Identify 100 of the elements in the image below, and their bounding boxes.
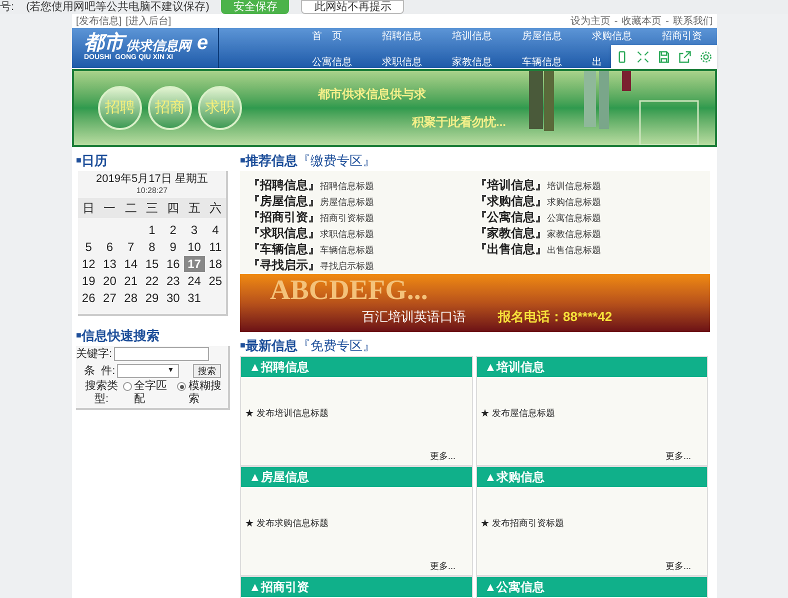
calendar-day[interactable]: 19 xyxy=(78,273,100,289)
calendar-day[interactable]: 28 xyxy=(120,290,142,306)
recommended-link[interactable]: 寻找启示标题 xyxy=(320,260,374,274)
recommended-link[interactable]: 出售信息标题 xyxy=(547,244,601,258)
nav-link[interactable]: 公寓信息 xyxy=(312,57,352,68)
more-link[interactable]: 更多... xyxy=(665,560,707,575)
recommended-link[interactable]: 培训信息标题 xyxy=(547,180,601,194)
calendar-day[interactable]: 20 xyxy=(99,273,120,289)
top-link[interactable]: 设为主页 xyxy=(570,14,610,28)
top-link[interactable]: 收藏本页 xyxy=(622,14,662,28)
calendar-day[interactable]: 27 xyxy=(99,290,120,306)
recommended-category[interactable]: 『车辆信息』 xyxy=(248,240,320,258)
calendar-day[interactable]: 8 xyxy=(141,239,163,255)
recommended-link[interactable]: 房屋信息标题 xyxy=(320,196,374,210)
calendar-day[interactable]: 10 xyxy=(184,239,205,255)
nav-link[interactable]: 求职信息 xyxy=(382,57,422,68)
banner-slogan: 积聚于此看勿忧... xyxy=(412,114,506,131)
recommended-link[interactable]: 求职信息标题 xyxy=(320,228,374,242)
save-icon[interactable] xyxy=(656,50,671,64)
calendar-day[interactable]: 24 xyxy=(184,273,205,289)
more-link[interactable]: 更多... xyxy=(430,450,472,465)
settings-icon[interactable] xyxy=(699,50,714,64)
section-title: 最新信息 xyxy=(245,337,298,356)
notice-label: 号: xyxy=(0,0,14,14)
section-title: 推荐信息 xyxy=(245,152,298,170)
calendar-day[interactable]: 21 xyxy=(120,273,142,289)
recommended-category[interactable]: 『房屋信息』 xyxy=(248,192,320,210)
calendar-day[interactable]: 14 xyxy=(120,256,142,272)
info-link[interactable]: ★ 发布培训信息标题 xyxy=(245,406,472,420)
calendar-day[interactable]: 15 xyxy=(141,256,163,272)
recommended-category[interactable]: 『出售信息』 xyxy=(475,240,547,258)
recommended-link[interactable]: 车辆信息标题 xyxy=(320,244,374,258)
calendar-day[interactable]: 30 xyxy=(162,290,184,306)
expand-icon[interactable] xyxy=(636,50,650,64)
section-zone: 『缴费专区』 xyxy=(297,152,376,170)
search-type-option[interactable]: 全字匹配 xyxy=(122,380,174,406)
share-icon[interactable] xyxy=(678,50,692,64)
logo-mark: e xyxy=(197,32,208,53)
recommended-link[interactable]: 公寓信息标题 xyxy=(547,212,601,226)
ad-phone: 报名电话：88****42 xyxy=(498,308,612,326)
nav-link[interactable]: 求购信息 xyxy=(592,31,632,42)
calendar-day[interactable]: 17 xyxy=(184,256,205,272)
calendar-day[interactable]: 18 xyxy=(204,256,226,272)
calendar-day[interactable]: 31 xyxy=(184,290,205,306)
ad-headline: ABCDEFG... xyxy=(270,275,429,307)
calendar-day[interactable]: 6 xyxy=(99,239,120,255)
recommended-category[interactable]: 『招商引资』 xyxy=(248,208,320,226)
info-link[interactable]: ★ 发布屋信息标题 xyxy=(480,406,707,420)
recommended-category[interactable]: 『求职信息』 xyxy=(248,224,320,242)
ad-course: 百汇培训英语口语 xyxy=(362,308,466,326)
bullet-mark: ■ xyxy=(240,339,246,352)
radio-button[interactable] xyxy=(122,382,132,391)
recommended-link[interactable]: 家教信息标题 xyxy=(547,228,601,242)
recommended-category[interactable]: 『寻找启示』 xyxy=(248,256,320,274)
nav-link[interactable]: 培训信息 xyxy=(452,31,492,42)
weekday-label: 二 xyxy=(124,200,138,217)
calendar-day[interactable]: 11 xyxy=(204,239,226,255)
calendar-day[interactable]: 23 xyxy=(162,273,184,289)
calendar-day[interactable]: 29 xyxy=(141,290,163,306)
nav-link[interactable]: 首 页 xyxy=(312,31,342,42)
radio-button[interactable] xyxy=(177,382,186,391)
dismiss-button[interactable]: 此网站不再提示 xyxy=(301,0,404,14)
search-button[interactable]: 搜索 xyxy=(193,364,222,378)
panel-header: ▲招聘信息 xyxy=(241,357,472,377)
calendar-day[interactable]: 22 xyxy=(141,273,163,289)
nav-link[interactable]: 招商引资 xyxy=(662,31,702,42)
nav-link[interactable]: 出 xyxy=(592,57,602,68)
calendar-day[interactable]: 9 xyxy=(162,239,184,255)
nav-link[interactable]: 家教信息 xyxy=(452,57,492,68)
calendar-day[interactable]: 26 xyxy=(78,290,100,306)
info-link[interactable]: ★ 发布招商引资标题 xyxy=(480,516,707,530)
calendar-day[interactable]: 13 xyxy=(99,256,120,272)
recommended-category[interactable]: 『公寓信息』 xyxy=(475,208,547,226)
nav-link[interactable]: 招聘信息 xyxy=(382,31,422,42)
calendar-day[interactable]: 5 xyxy=(78,239,100,255)
calendar-day[interactable]: 25 xyxy=(204,273,226,289)
top-link[interactable]: [进入后台] xyxy=(126,14,172,28)
calendar-day[interactable]: 16 xyxy=(162,256,184,272)
recommended-link[interactable]: 招聘信息标题 xyxy=(320,180,374,194)
calendar-day[interactable]: 3 xyxy=(184,222,205,238)
recommended-link[interactable]: 求购信息标题 xyxy=(547,196,601,210)
recommended-category[interactable]: 『求购信息』 xyxy=(475,192,547,210)
top-link[interactable]: [发布信息] xyxy=(76,14,122,28)
calendar-day[interactable]: 7 xyxy=(120,239,142,255)
recommended-category[interactable]: 『招聘信息』 xyxy=(248,176,320,194)
calendar-day[interactable]: 2 xyxy=(162,222,184,238)
info-link[interactable]: ★ 发布求购信息标题 xyxy=(245,516,472,530)
search-type-option[interactable]: 模糊搜索 xyxy=(177,380,228,406)
calendar-day[interactable]: 1 xyxy=(141,222,163,238)
recommended-category[interactable]: 『培训信息』 xyxy=(475,176,547,194)
recommended-category[interactable]: 『家教信息』 xyxy=(475,224,547,242)
more-link[interactable]: 更多... xyxy=(430,560,472,575)
top-link[interactable]: 联系我们 xyxy=(673,14,713,28)
more-link[interactable]: 更多... xyxy=(665,450,707,465)
calendar-day[interactable]: 4 xyxy=(204,222,226,238)
keyword-field[interactable] xyxy=(114,347,210,361)
nav-link[interactable]: 车辆信息 xyxy=(522,57,562,68)
nav-link[interactable]: 房屋信息 xyxy=(522,31,562,42)
recommended-link[interactable]: 招商引资标题 xyxy=(320,212,374,226)
calendar-day[interactable]: 12 xyxy=(78,256,100,272)
